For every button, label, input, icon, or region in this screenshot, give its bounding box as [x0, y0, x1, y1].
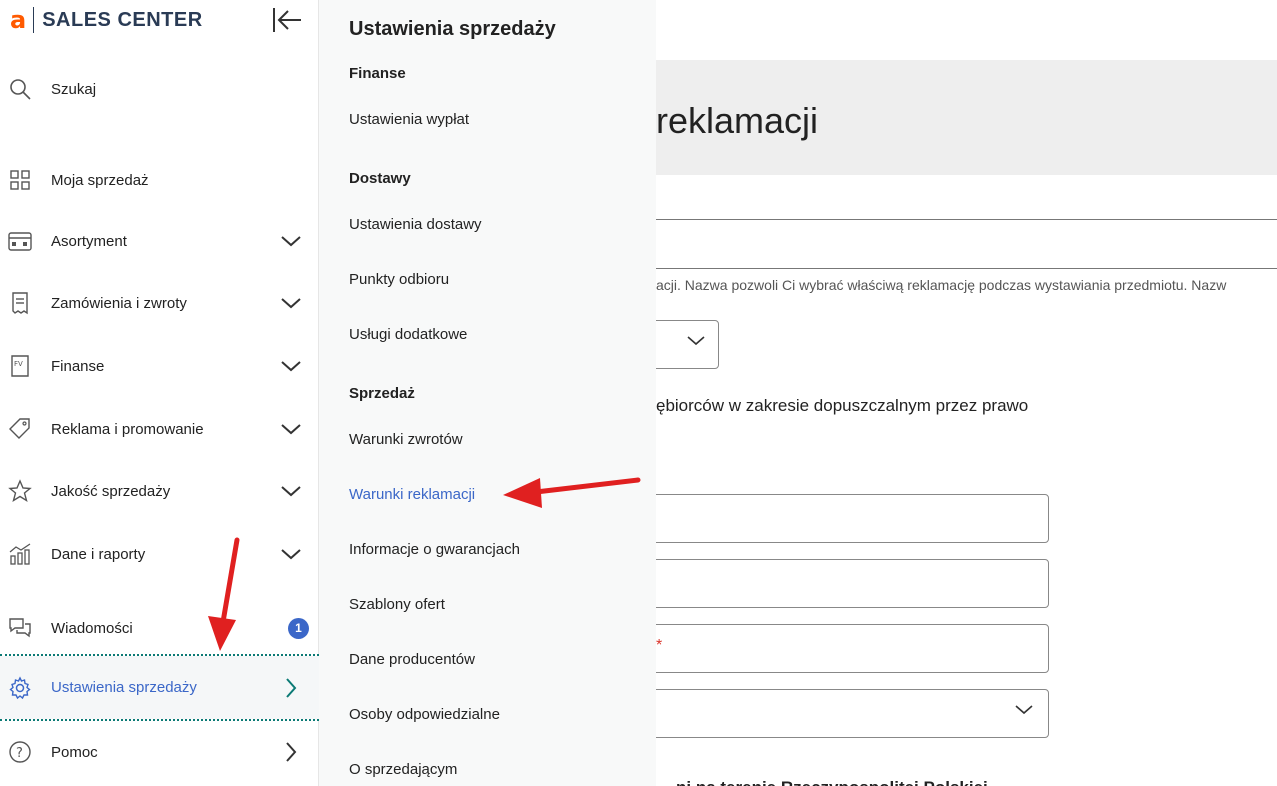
- submenu-item-producer-data[interactable]: Dane producentów: [349, 651, 475, 668]
- submenu-item-offer-templates[interactable]: Szablony ofert: [349, 596, 445, 613]
- collapse-sidebar-button[interactable]: [270, 5, 304, 35]
- country-select[interactable]: [656, 689, 1049, 738]
- chevron-down-icon[interactable]: [278, 416, 304, 442]
- sidebar-item-my-sales[interactable]: Moja sprzedaż: [0, 150, 319, 210]
- legal-scope-text: ębiorców w zakresie dopuszczalnym przez …: [656, 396, 1029, 415]
- submenu-panel: Ustawienia sprzedaży Finanse Ustawienia …: [319, 0, 656, 786]
- chevron-down-icon[interactable]: [278, 228, 304, 254]
- sidebar-item-label: Jakość sprzedaży: [51, 482, 171, 500]
- main-content: reklamacji acji. Nazwa pozwoli Ci wybrać…: [656, 0, 1277, 786]
- section-heading-partial: ni na terenie Rzeczypospolitej Polskiej: [676, 778, 988, 786]
- chevron-down-icon[interactable]: [278, 541, 304, 567]
- type-select[interactable]: [656, 320, 719, 369]
- submenu-item-complaint-terms[interactable]: Warunki reklamacji: [349, 486, 475, 503]
- collapse-left-icon: [273, 8, 301, 32]
- sidebar-item-label: Ustawienia sprzedaży: [51, 679, 197, 696]
- chevron-down-icon[interactable]: [278, 478, 304, 504]
- name-field-hint: acji. Nazwa pozwoli Ci wybrać właściwą r…: [656, 277, 1227, 293]
- chart-icon: [8, 542, 32, 566]
- chevron-down-icon[interactable]: [278, 353, 304, 379]
- submenu-item-delivery-settings[interactable]: Ustawienia dostawy: [349, 216, 482, 233]
- sidebar-item-messages[interactable]: Wiadomości 1: [0, 598, 319, 658]
- sidebar: a SALES CENTER Szukaj Moja sprzedaż Asor…: [0, 0, 319, 786]
- logo-text: SALES CENTER: [42, 8, 203, 31]
- star-icon: [8, 479, 32, 503]
- page-header-banner: reklamacji: [656, 60, 1277, 175]
- chevron-right-icon[interactable]: [278, 739, 304, 765]
- svg-text:FV: FV: [14, 360, 23, 368]
- sidebar-item-label: Dane i raporty: [51, 545, 146, 563]
- receipt-icon: [8, 291, 32, 315]
- sidebar-item-label: Finanse: [51, 357, 105, 375]
- sidebar-search[interactable]: Szukaj: [0, 59, 319, 119]
- sidebar-item-label: Zamówienia i zwroty: [51, 294, 187, 312]
- address-input-3[interactable]: [656, 624, 1049, 673]
- invoice-icon: FV: [8, 354, 32, 378]
- sidebar-item-label: Reklama i promowanie: [51, 420, 204, 438]
- chevron-down-icon: [686, 334, 706, 353]
- search-icon: [8, 77, 32, 101]
- tag-icon: [8, 417, 32, 441]
- chat-icon: [8, 616, 32, 640]
- required-mark: *: [656, 637, 663, 654]
- submenu-item-warranty-info[interactable]: Informacje o gwarancjach: [349, 541, 520, 558]
- logo[interactable]: a SALES CENTER: [10, 5, 203, 35]
- submenu-section-heading: Sprzedaż: [349, 385, 415, 402]
- sidebar-item-advertising[interactable]: Reklama i promowanie: [0, 399, 319, 459]
- store-icon: [8, 229, 32, 253]
- grid-icon: [8, 168, 32, 192]
- name-field-top-border: [656, 219, 1277, 220]
- sidebar-item-label: Asortyment: [51, 232, 127, 250]
- submenu-item-additional-services[interactable]: Usługi dodatkowe: [349, 326, 467, 343]
- sidebar-item-sales-quality[interactable]: Jakość sprzedaży: [0, 461, 319, 521]
- sidebar-item-assortment[interactable]: Asortyment: [0, 211, 319, 271]
- svg-text:?: ?: [16, 746, 23, 761]
- sidebar-item-sales-settings[interactable]: Ustawienia sprzedaży: [0, 656, 319, 719]
- unread-badge: 1: [288, 617, 309, 639]
- submenu-item-about-seller[interactable]: O sprzedającym: [349, 761, 457, 778]
- chevron-down-icon[interactable]: [278, 290, 304, 316]
- name-field-input[interactable]: [656, 268, 1277, 269]
- logo-mark: a: [10, 6, 27, 34]
- address-input-2[interactable]: [656, 559, 1049, 608]
- sidebar-item-finance[interactable]: FV Finanse: [0, 336, 319, 396]
- submenu-section-heading: Dostawy: [349, 170, 411, 187]
- submenu-item-responsible-persons[interactable]: Osoby odpowiedzialne: [349, 706, 500, 723]
- submenu-title: Ustawienia sprzedaży: [349, 18, 556, 40]
- submenu-item-payout-settings[interactable]: Ustawienia wypłat: [349, 111, 469, 128]
- submenu-section-heading: Finanse: [349, 65, 406, 82]
- page-title: reklamacji: [656, 100, 819, 141]
- sidebar-item-reports[interactable]: Dane i raporty: [0, 524, 319, 584]
- sidebar-item-label: Wiadomości: [51, 619, 133, 637]
- active-bottom-border: [0, 719, 319, 721]
- chevron-down-icon: [1014, 703, 1034, 722]
- sidebar-item-help[interactable]: ? Pomoc: [0, 722, 319, 782]
- address-input-1[interactable]: [656, 494, 1049, 543]
- gear-icon: [8, 675, 32, 700]
- chevron-right-icon[interactable]: [278, 675, 304, 701]
- submenu-item-return-terms[interactable]: Warunki zwrotów: [349, 431, 463, 448]
- submenu-item-pickup-points[interactable]: Punkty odbioru: [349, 271, 449, 288]
- help-icon: ?: [8, 740, 32, 764]
- sidebar-search-label: Szukaj: [51, 80, 97, 98]
- sidebar-item-orders[interactable]: Zamówienia i zwroty: [0, 273, 319, 333]
- sidebar-item-label: Pomoc: [51, 743, 98, 761]
- sidebar-item-label: Moja sprzedaż: [51, 171, 149, 189]
- logo-separator: [33, 7, 35, 33]
